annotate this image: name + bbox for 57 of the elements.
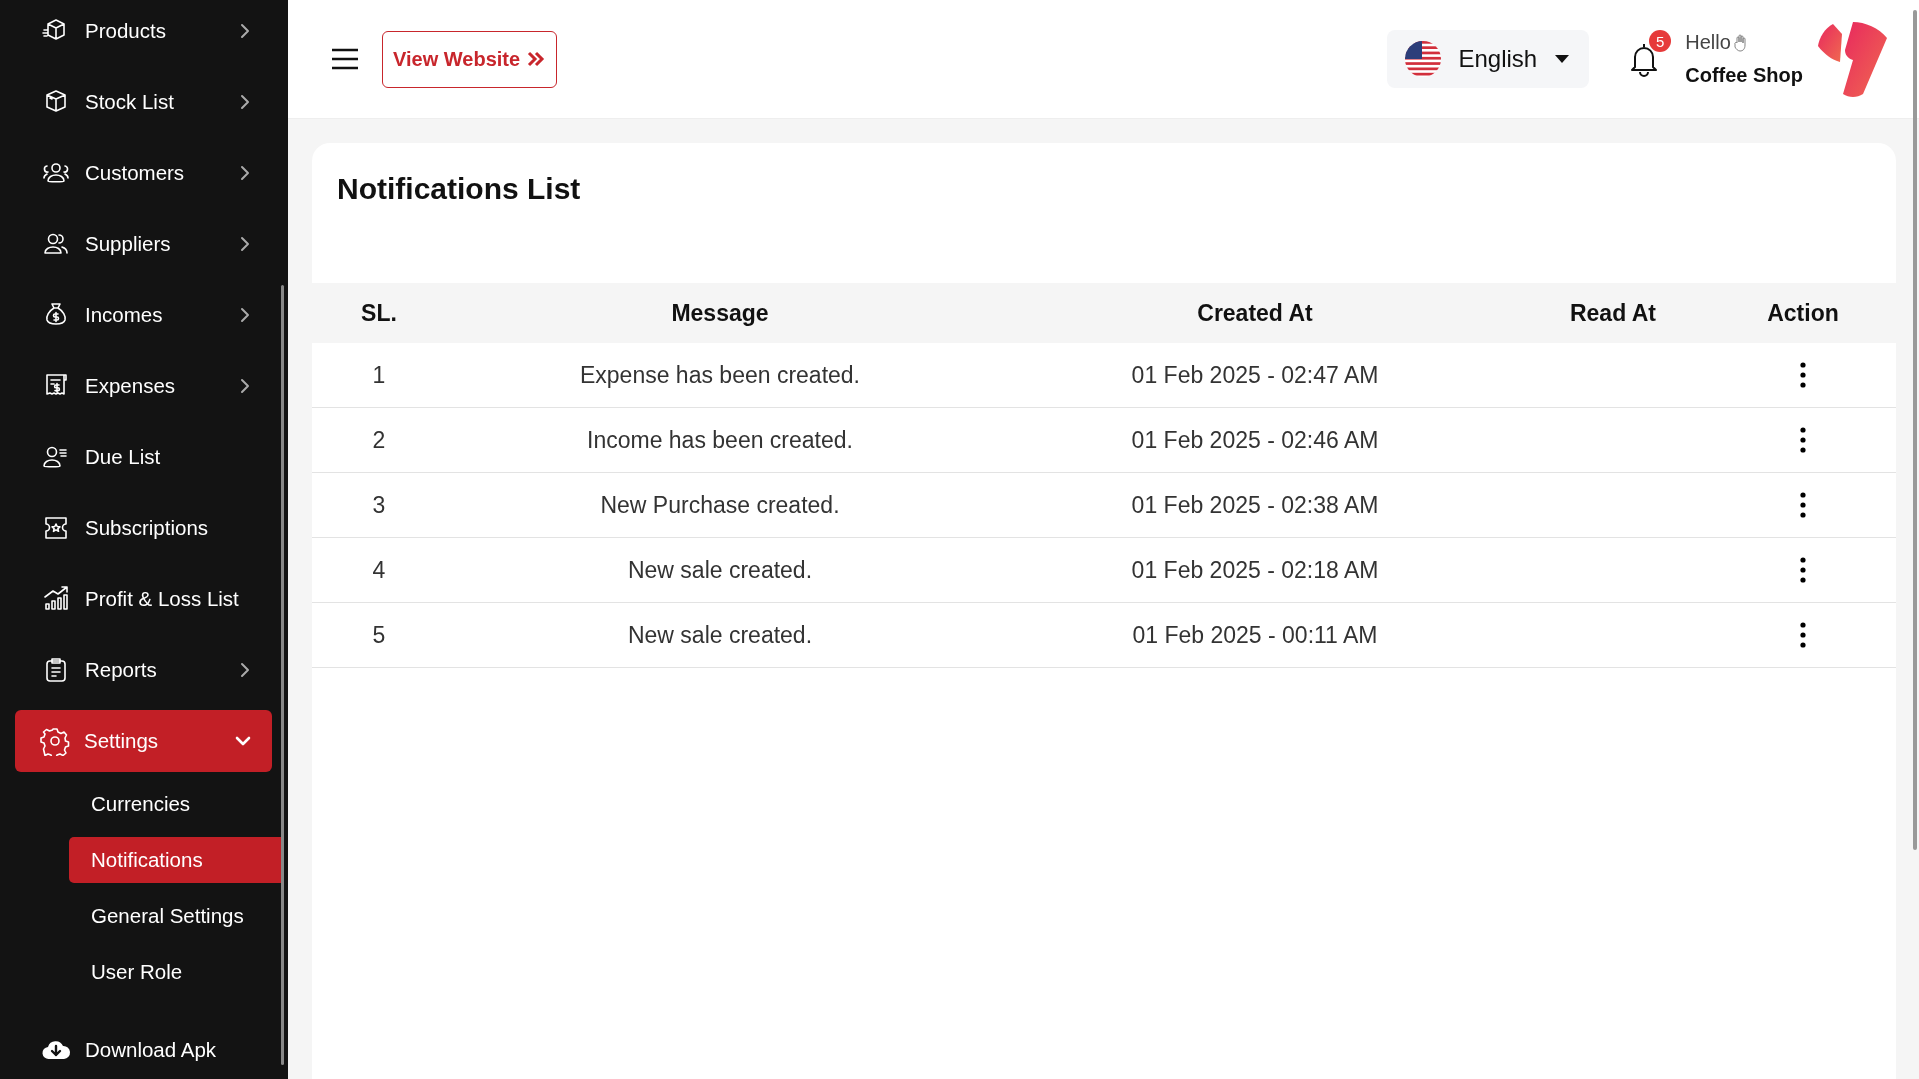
language-dropdown[interactable]: English [1386, 30, 1590, 88]
user-name: Coffee Shop [1685, 64, 1803, 87]
vertical-dots-icon [1800, 557, 1806, 583]
caret-down-icon [1555, 55, 1570, 63]
double-chevron-right-icon [526, 50, 547, 68]
vertical-dots-icon [1800, 427, 1806, 453]
vertical-dots-icon [1800, 492, 1806, 518]
column-header: Message [671, 299, 769, 327]
created-at-text: 01 Feb 2025 - 02:38 AM [1131, 491, 1379, 519]
sidebar-item[interactable]: Reports [15, 634, 272, 705]
column-header: Action [1767, 299, 1839, 327]
sidebar-item[interactable]: Profit & Loss List [15, 563, 272, 634]
message-text: New sale created. [627, 621, 813, 649]
sidebar-item[interactable]: Settings [15, 710, 272, 772]
view-website-button[interactable]: View Website [382, 30, 558, 88]
scrollbar-thumb[interactable] [1913, 10, 1917, 850]
submenu-item[interactable]: Currencies [15, 776, 272, 832]
scrollbar-thumb[interactable] [281, 285, 284, 1065]
submenu-item[interactable]: Notifications [69, 837, 282, 883]
created-at-text: 01 Feb 2025 - 02:47 AM [1131, 361, 1379, 389]
serial-number: 2 [372, 426, 386, 454]
created-at-text: 01 Feb 2025 - 02:46 AM [1131, 426, 1379, 454]
column-header: Created At [1197, 299, 1313, 327]
greeting-text: Hello [1685, 31, 1731, 54]
waving-hand-icon [1732, 33, 1749, 52]
column-header: Read At [1569, 299, 1657, 327]
message-text: New Purchase created. [600, 491, 840, 519]
page-title: Notifications List [336, 171, 582, 207]
submenu-item[interactable]: User Role [15, 944, 272, 1000]
gear-icon [40, 726, 70, 756]
sidebar-item[interactable]: Customers [15, 137, 272, 208]
menu-button[interactable] [330, 47, 360, 71]
vertical-dots-icon [1800, 622, 1806, 648]
serial-number: 1 [372, 361, 386, 389]
sidebar-item[interactable]: Suppliers [15, 208, 272, 279]
brand-logo-icon[interactable] [1817, 20, 1889, 98]
message-text: New sale created. [627, 556, 813, 584]
serial-number: 3 [372, 491, 386, 519]
serial-number: 5 [372, 621, 386, 649]
sidebar-item[interactable]: Due List [15, 421, 272, 492]
created-at-text: 01 Feb 2025 - 00:11 AM [1132, 621, 1378, 649]
serial-number: 4 [372, 556, 386, 584]
menu-icon [330, 47, 360, 71]
submenu-item[interactable]: General Settings [15, 888, 272, 944]
vertical-dots-icon [1800, 362, 1806, 388]
flag-icon [1404, 41, 1441, 77]
sidebar-item[interactable]: Stock List [15, 66, 272, 137]
notification-count-badge: 5 [1649, 30, 1672, 52]
message-text: Expense has been created. [579, 361, 860, 389]
sidebar-item[interactable]: Products [15, 0, 272, 66]
message-text: Income has been created. [587, 426, 853, 454]
sidebar-item[interactable]: Incomes [15, 279, 272, 350]
sidebar-item[interactable]: Download Apk [15, 1014, 272, 1079]
column-header: SL. [361, 299, 397, 327]
sidebar-item[interactable]: Expenses [15, 350, 272, 421]
sidebar-item[interactable]: Subscriptions [15, 492, 272, 563]
created-at-text: 01 Feb 2025 - 02:18 AM [1131, 556, 1379, 584]
